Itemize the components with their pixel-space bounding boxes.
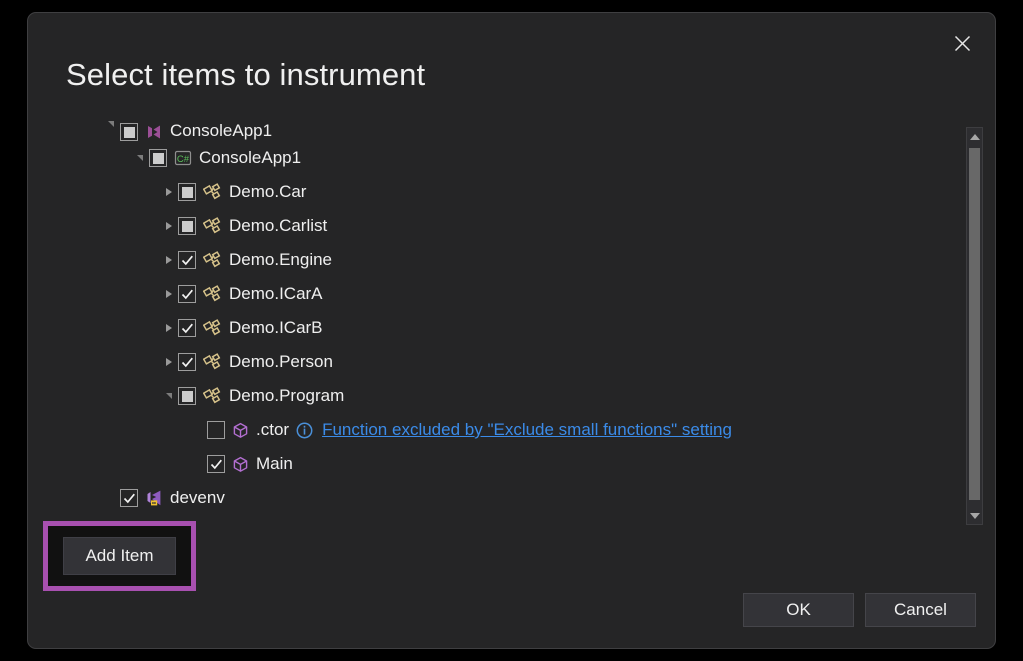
page-title: Select items to instrument [66, 57, 425, 93]
row-checkbox-checked[interactable] [178, 285, 196, 303]
expand-arrow-icon[interactable] [160, 175, 178, 209]
select-items-dialog: Select items to instrument ConsoleApp1C#… [27, 12, 996, 649]
expand-arrow-icon[interactable] [160, 277, 178, 311]
expander-spacer [189, 413, 207, 447]
row-checkbox-partial[interactable] [178, 387, 196, 405]
tree-row[interactable]: ConsoleApp1 [56, 117, 968, 141]
tree-row[interactable]: Demo.Program [56, 379, 968, 413]
ok-button[interactable]: OK [743, 593, 854, 627]
collapse-arrow-icon[interactable] [160, 379, 178, 413]
row-checkbox-checked[interactable] [120, 489, 138, 507]
svg-text:C#: C# [177, 154, 190, 165]
tree-row-label: Demo.Car [229, 182, 306, 202]
expander-spacer [189, 447, 207, 481]
devenv-icon [145, 489, 163, 507]
tree-row-label: .ctor [256, 420, 289, 440]
tree-row-label: Demo.Program [229, 386, 344, 406]
tree-row[interactable]: Demo.Person [56, 345, 968, 379]
scrollbar-thumb[interactable] [969, 148, 980, 500]
row-checkbox-checked[interactable] [178, 319, 196, 337]
tree-row-label: ConsoleApp1 [199, 148, 301, 168]
namespace-icon [203, 353, 222, 371]
tree-row-label: Demo.Carlist [229, 216, 327, 236]
tree-scrollbar[interactable] [966, 127, 983, 525]
expand-arrow-icon[interactable] [160, 345, 178, 379]
solution-icon [145, 123, 163, 141]
instrument-items-tree[interactable]: ConsoleApp1 C# ConsoleApp1 Demo.Car Demo.Car… [56, 117, 968, 521]
close-icon [954, 35, 971, 52]
tree-row-label: Demo.ICarB [229, 318, 323, 338]
method-icon [232, 422, 249, 439]
row-checkbox-partial[interactable] [178, 217, 196, 235]
row-checkbox-checked[interactable] [178, 353, 196, 371]
tree-row[interactable]: Demo.Car [56, 175, 968, 209]
row-checkbox-partial[interactable] [120, 123, 138, 141]
expand-arrow-icon[interactable] [160, 209, 178, 243]
row-checkbox-partial[interactable] [149, 149, 167, 167]
expand-arrow-icon[interactable] [160, 243, 178, 277]
excluded-function-link[interactable]: Function excluded by "Exclude small func… [322, 420, 732, 440]
namespace-icon [203, 183, 222, 201]
info-icon [296, 422, 313, 439]
tree-row[interactable]: Demo.ICarB [56, 311, 968, 345]
row-checkbox-partial[interactable] [178, 183, 196, 201]
add-item-button[interactable]: Add Item [63, 537, 176, 575]
scroll-down-icon[interactable] [967, 507, 982, 524]
tree-row[interactable]: Demo.Engine [56, 243, 968, 277]
tree-row-label: Demo.ICarA [229, 284, 323, 304]
tree-row[interactable]: .ctor Function excluded by "Exclude small… [56, 413, 968, 447]
csharp-icon: C# [174, 149, 192, 167]
namespace-icon [203, 319, 222, 337]
row-checkbox-checked[interactable] [178, 251, 196, 269]
tree-row-label: devenv [170, 488, 225, 508]
row-checkbox-unchecked[interactable] [207, 421, 225, 439]
tree-row[interactable]: Demo.Carlist [56, 209, 968, 243]
namespace-icon [203, 217, 222, 235]
tree-row[interactable]: devenv [56, 481, 968, 515]
tree-row-label: Demo.Person [229, 352, 333, 372]
tree-row-label: Main [256, 454, 293, 474]
tree-row[interactable]: Demo.ICarA [56, 277, 968, 311]
tree-row[interactable]: Main [56, 447, 968, 481]
tree-row-label: Demo.Engine [229, 250, 332, 270]
collapse-arrow-icon[interactable] [131, 141, 149, 175]
expand-arrow-icon[interactable] [160, 311, 178, 345]
scroll-up-icon[interactable] [967, 128, 982, 145]
cancel-button[interactable]: Cancel [865, 593, 976, 627]
method-icon [232, 456, 249, 473]
namespace-icon [203, 251, 222, 269]
namespace-icon [203, 285, 222, 303]
tree-row-label: ConsoleApp1 [170, 121, 272, 141]
collapse-arrow-icon[interactable] [102, 117, 120, 141]
tree-row[interactable]: C# ConsoleApp1 [56, 141, 968, 175]
expander-spacer [102, 481, 120, 515]
namespace-icon [203, 387, 222, 405]
close-button[interactable] [939, 23, 985, 63]
row-checkbox-checked[interactable] [207, 455, 225, 473]
